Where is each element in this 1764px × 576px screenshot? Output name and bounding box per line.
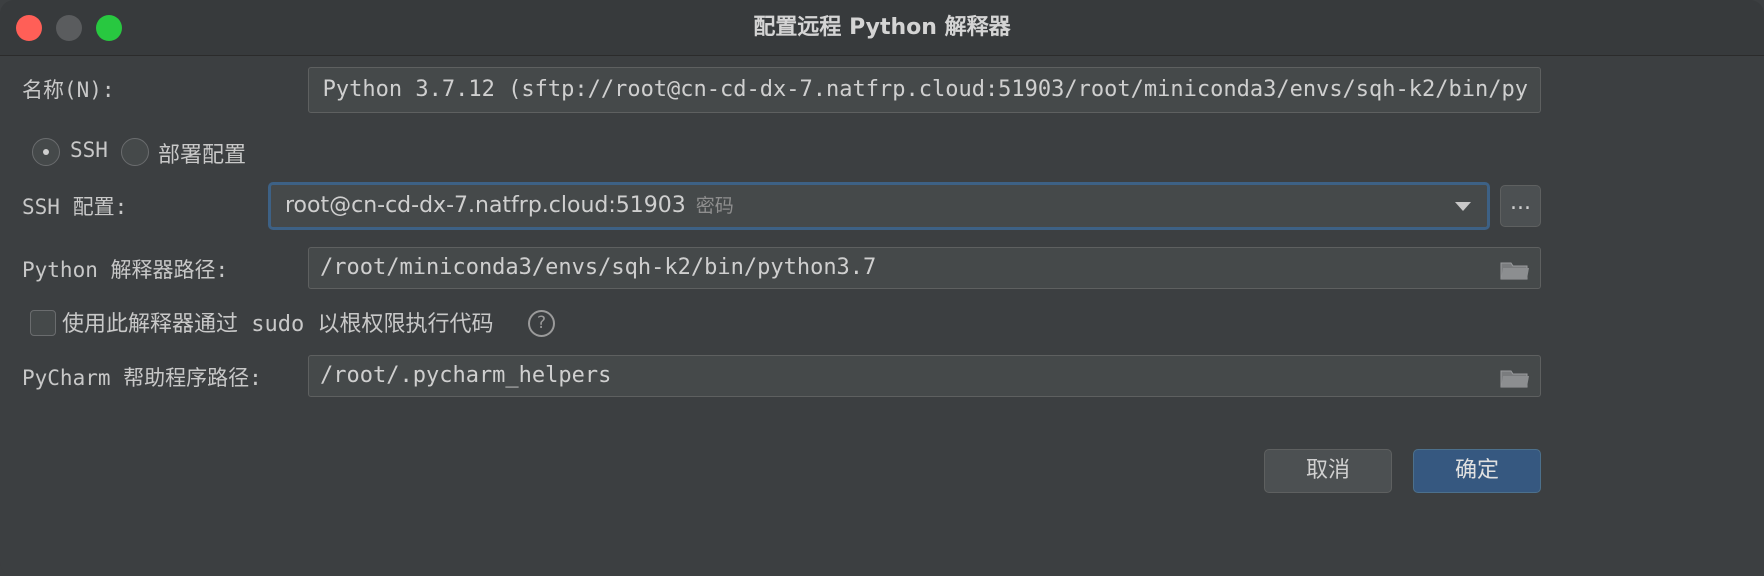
radio-deploy-config-label[interactable]: 部署配置: [158, 137, 246, 169]
helpers-path-input[interactable]: /root/.pycharm_helpers: [308, 355, 1541, 397]
ssh-config-label: SSH 配置:: [22, 195, 128, 219]
name-input-value: ote Python 3.7.12 (sftp://root@cn-cd-dx-…: [308, 77, 1528, 102]
helpers-path-label: PyCharm 帮助程序路径:: [22, 366, 262, 390]
name-label: 名称(N):: [22, 78, 115, 102]
ssh-auth-type: 密码: [695, 195, 734, 217]
help-icon[interactable]: ?: [528, 310, 555, 337]
dialog-window: 配置远程 Python 解释器 名称(N): ote Python 3.7.12…: [0, 0, 1764, 576]
ssh-config-value: root@cn-cd-dx-7.natfrp.cloud:51903 密码: [285, 193, 734, 218]
folder-icon[interactable]: [1500, 260, 1530, 281]
chevron-down-icon: [1455, 202, 1471, 211]
cancel-button[interactable]: 取消: [1264, 449, 1392, 493]
radio-ssh-label[interactable]: SSH: [70, 138, 108, 162]
sudo-checkbox-label[interactable]: 使用此解释器通过 sudo 以根权限执行代码: [62, 306, 493, 338]
folder-icon[interactable]: [1500, 368, 1530, 389]
helpers-path-value: /root/.pycharm_helpers: [320, 363, 612, 388]
interpreter-path-input[interactable]: /root/miniconda3/envs/sqh-k2/bin/python3…: [308, 247, 1541, 289]
radio-ssh[interactable]: [32, 138, 60, 166]
interpreter-path-label: Python 解释器路径:: [22, 258, 229, 282]
ssh-config-select[interactable]: root@cn-cd-dx-7.natfrp.cloud:51903 密码: [268, 182, 1490, 230]
ok-button[interactable]: 确定: [1413, 449, 1541, 493]
title-bar: 配置远程 Python 解释器: [0, 0, 1764, 56]
ssh-config-more-button[interactable]: ...: [1500, 185, 1541, 227]
radio-deploy-config[interactable]: [121, 138, 149, 166]
name-input[interactable]: ote Python 3.7.12 (sftp://root@cn-cd-dx-…: [308, 67, 1541, 113]
sudo-checkbox[interactable]: [30, 310, 56, 336]
interpreter-path-value: /root/miniconda3/envs/sqh-k2/bin/python3…: [320, 255, 877, 280]
dialog-title: 配置远程 Python 解释器: [753, 15, 1011, 40]
